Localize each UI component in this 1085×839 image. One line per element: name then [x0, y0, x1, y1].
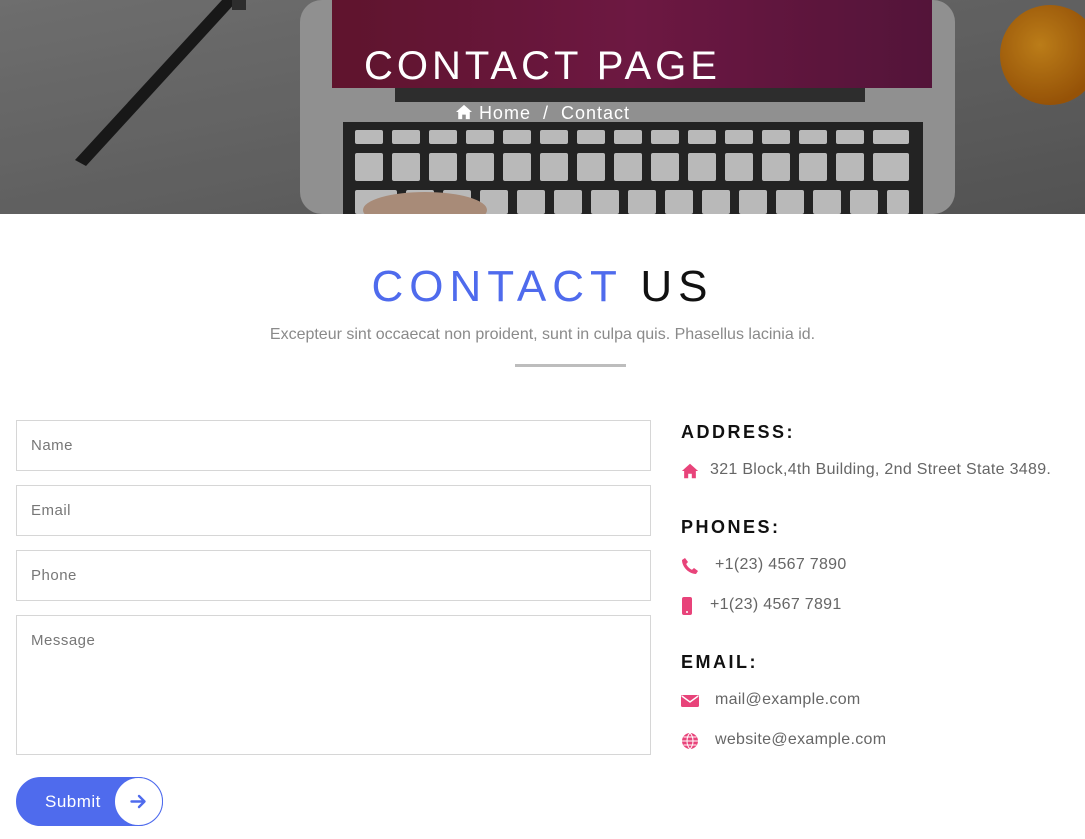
phones-heading: PHONES: [681, 517, 781, 537]
home-icon [681, 463, 699, 479]
email-heading: EMAIL: [681, 652, 758, 672]
section-subtitle: Excepteur sint occaecat non proident, su… [269, 326, 816, 343]
address-text: 321 Block,4th Building, 2nd Street State… [710, 461, 1052, 478]
mobile-icon [682, 597, 692, 615]
submit-label: Submit [45, 792, 101, 811]
email-text: mail@example.com [715, 691, 861, 708]
arrow-right-icon [130, 794, 146, 809]
envelope-icon [681, 695, 699, 707]
message-textarea[interactable] [16, 615, 651, 755]
section-title-accent: CONTACT [371, 262, 623, 311]
submit-button[interactable]: Submit [16, 777, 163, 826]
section-title-dark: US [640, 262, 714, 311]
email-input[interactable] [16, 485, 651, 536]
globe-icon [682, 732, 698, 750]
home-icon [455, 104, 472, 120]
address-heading: ADDRESS: [681, 422, 796, 442]
email-item[interactable]: mail@example.com [681, 691, 861, 709]
breadcrumb-current: Contact [561, 103, 631, 123]
section-divider [515, 364, 626, 367]
phone-item[interactable]: +1(23) 4567 7891 [681, 596, 842, 615]
website-item[interactable]: website@example.com [681, 731, 887, 750]
breadcrumb-separator: / [542, 103, 549, 123]
website-text: website@example.com [715, 731, 887, 748]
phone-2-text: +1(23) 4567 7891 [710, 596, 842, 613]
phone-input[interactable] [16, 550, 651, 601]
address-item: 321 Block,4th Building, 2nd Street State… [681, 461, 1051, 479]
phone-1-text: +1(23) 4567 7890 [715, 556, 847, 573]
phone-item[interactable]: +1(23) 4567 7890 [681, 556, 847, 574]
section-title: CONTACT US [0, 262, 1085, 312]
submit-arrow-circle [114, 777, 163, 826]
hero-banner: CONTACT PAGE Home / Contact [0, 0, 1085, 214]
breadcrumb: Home / Contact [0, 103, 1085, 124]
page-title: CONTACT PAGE [364, 44, 721, 88]
phone-icon [682, 558, 698, 574]
name-input[interactable] [16, 420, 651, 471]
breadcrumb-home-link[interactable]: Home [455, 103, 537, 123]
breadcrumb-home-label: Home [478, 103, 531, 123]
